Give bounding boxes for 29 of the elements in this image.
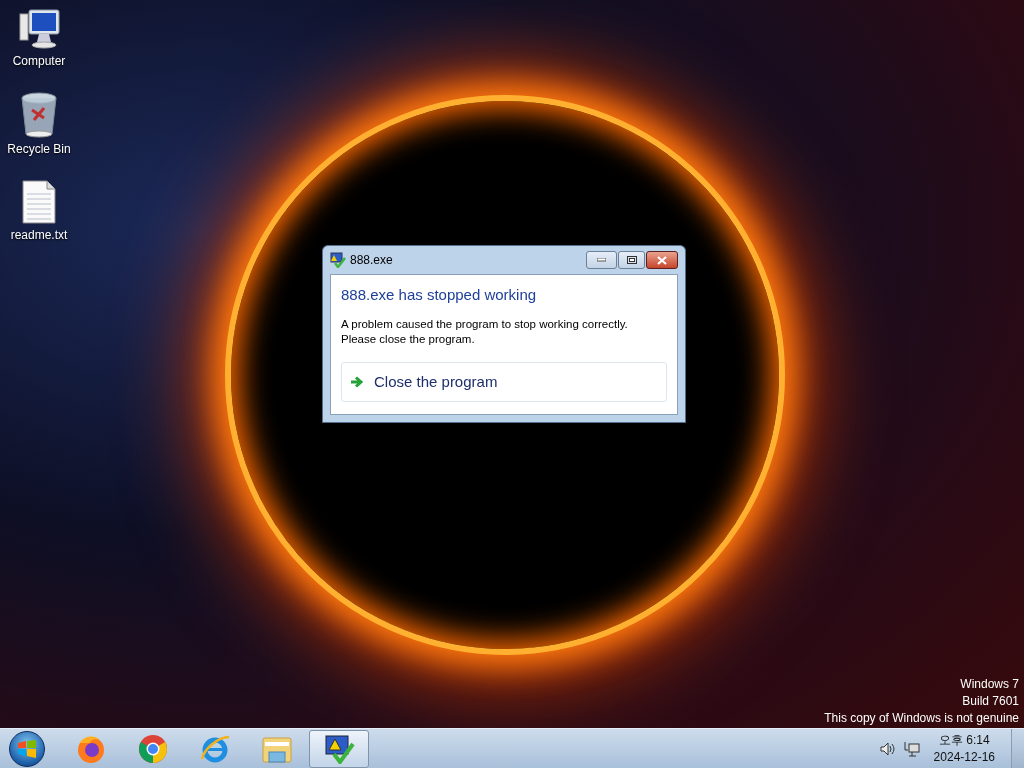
- text-file-icon: [22, 180, 56, 224]
- maximize-icon: [626, 256, 637, 264]
- speaker-icon[interactable]: [879, 741, 896, 756]
- desktop-icon-label[interactable]: Recycle Bin: [7, 140, 71, 158]
- windows-logo-icon: [17, 739, 37, 758]
- genuine-notice-text: Build 7601: [962, 693, 1019, 710]
- clock-time[interactable]: 오후 6:14: [938, 731, 990, 749]
- desktop-icon-label[interactable]: Computer: [12, 52, 66, 70]
- recycle-bin-icon: [20, 92, 58, 138]
- dialog-message: A problem caused the program to stop working correctly. Please close the program.: [341, 317, 629, 347]
- close-button[interactable]: [646, 251, 678, 269]
- arrow-icon: [350, 376, 364, 388]
- maximize-button[interactable]: [618, 251, 645, 269]
- computer-icon: [17, 8, 61, 50]
- start-button[interactable]: [9, 730, 45, 767]
- genuine-notice-text: Windows 7: [960, 676, 1019, 693]
- window-title: 888.exe: [350, 252, 393, 269]
- close-program-button[interactable]: Close the program: [341, 362, 667, 402]
- warning-monitor-icon: [323, 733, 355, 764]
- dialog-heading: 888.exe has stopped working: [341, 286, 538, 304]
- desktop-icon-label[interactable]: readme.txt: [10, 226, 68, 244]
- network-icon[interactable]: [903, 740, 920, 757]
- chrome-icon: [137, 732, 169, 765]
- clock-date[interactable]: 2024-12-16: [933, 748, 995, 766]
- taskbar-button[interactable]: [309, 729, 369, 768]
- genuine-notice-text: This copy of Windows is not genuine: [824, 710, 1019, 727]
- warning-monitor-icon: [330, 252, 346, 268]
- minimize-icon: [597, 258, 606, 262]
- close-icon: [657, 255, 667, 265]
